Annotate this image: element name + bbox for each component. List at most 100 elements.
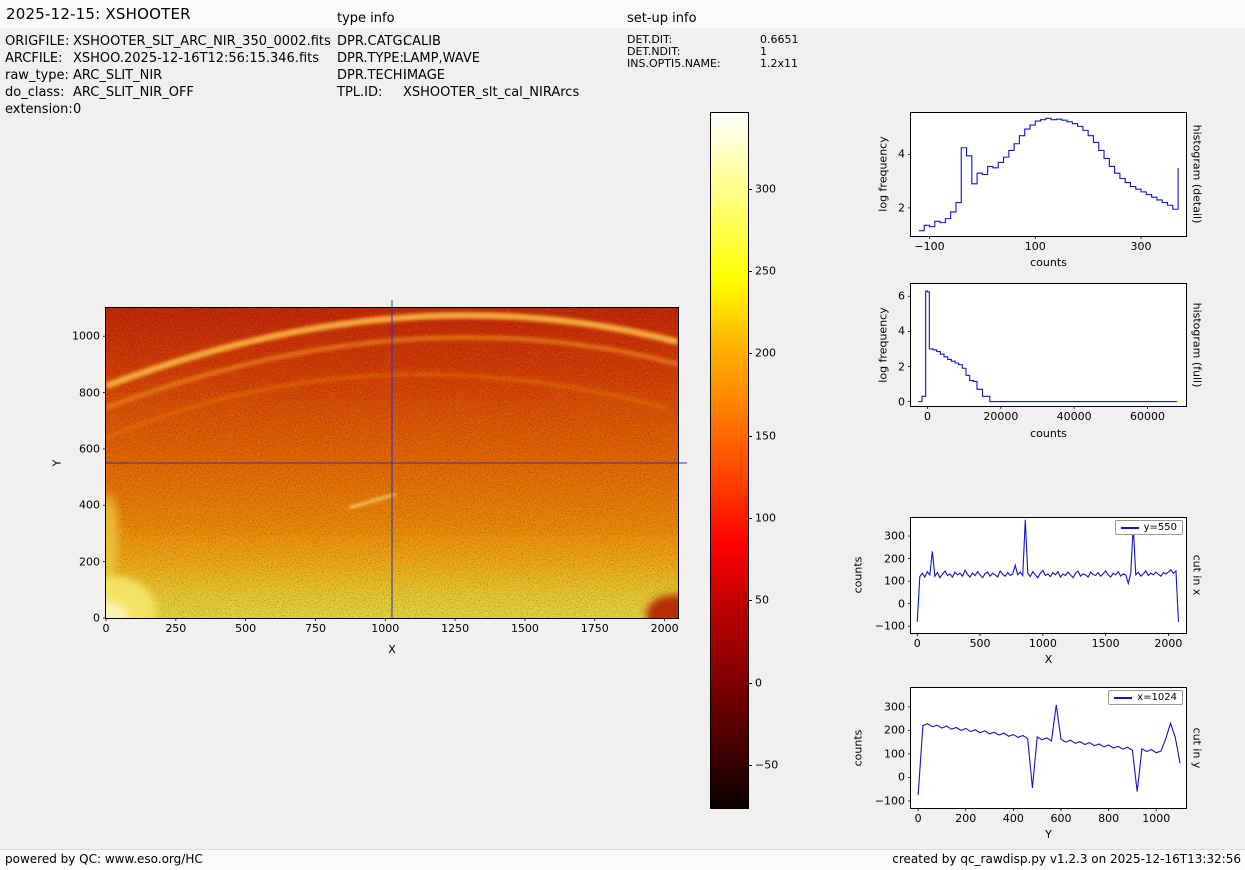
x-tick-label: 400 [1002, 812, 1024, 825]
y-tick-label: 4 [898, 147, 905, 161]
setup-info-title: set-up info [627, 11, 697, 26]
hist-detail-side-label: histogram (detail) [1190, 124, 1204, 224]
y-tick-label: 100 [884, 747, 905, 761]
file-info-label: do_class: [5, 85, 65, 100]
x-tick-label: −100 [914, 240, 945, 253]
x-tick-label: 2000 [1154, 637, 1183, 650]
x-tick-label: 100 [1024, 240, 1046, 253]
y-tick-label: 2 [898, 360, 905, 373]
y-tick-label: 4 [898, 324, 905, 338]
y-tick-label: 6 [898, 289, 905, 303]
file-info-row: extension:0 [5, 101, 331, 118]
x-tick-label: 1500 [1091, 637, 1120, 650]
cut-y-legend: x=1024 [1108, 690, 1183, 705]
hist-full-y-axis-label: log frequency [876, 307, 890, 383]
colorbar-tick-label: 200 [755, 346, 776, 360]
file-info-row: do_class: ARC_SLIT_NIR_OFF [5, 84, 331, 101]
x-tick-label: 800 [1098, 812, 1120, 825]
y-tick-label: 0 [898, 770, 905, 784]
type-info-row: DPR.TECH:IMAGE [337, 67, 579, 84]
y-tick-label: 2 [898, 201, 905, 215]
type-info-value: LAMP,WAVE [403, 51, 480, 66]
type-info-label: DPR.TECH: [337, 68, 407, 83]
x-tick-label: 500 [235, 622, 257, 635]
type-info-label: DPR.CATG: [337, 34, 407, 49]
file-info-value: 0 [73, 102, 82, 117]
cut-x-legend-label: y=550 [1143, 522, 1177, 533]
colorbar-tick-label: 50 [755, 593, 769, 607]
qc-report-page: { "header": { "title": "2025-12-15: XSHO… [0, 0, 1245, 870]
y-tick-label: 200 [884, 552, 905, 566]
main-plot-y-axis-label: Y [50, 459, 64, 467]
cut-y-side-label: cut in y [1190, 727, 1204, 769]
cut-x-legend: y=550 [1114, 520, 1183, 535]
colorbar-tick-label: 100 [755, 511, 776, 525]
x-tick-label: 0 [102, 622, 110, 635]
histogram-full-plot: 0 20000 40000 60000 0 2 4 6 [898, 283, 1187, 423]
type-info-row: TPL.ID: XSHOOTER_slt_cal_NIRArcs [337, 84, 579, 101]
hist-full-x-axis-label: counts [1030, 427, 1067, 440]
type-info-label: TPL.ID: [337, 85, 383, 100]
x-tick-label: 250 [165, 622, 187, 635]
file-info-value: ARC_SLIT_NIR_OFF [73, 85, 194, 100]
setup-info-row: INS.OPTI5.NAME: 1.2x11 [627, 58, 799, 70]
cut-in-x-plot: y=550 0 500 1000 1500 2000 −100 0 100 200 300 [875, 517, 1187, 650]
y-tick-label: 100 [884, 574, 905, 588]
colorbar-gradient [711, 113, 748, 808]
y-tick-label: 0 [898, 597, 905, 611]
x-tick-label: 1000 [371, 622, 400, 635]
cut-in-y-plot: x=1024 0 200 400 600 800 1000 −100 0 100 200 300 [875, 687, 1187, 825]
colorbar-tick [748, 435, 752, 437]
file-info-value: XSHOOTER_SLT_ARC_NIR_350_0002.fits [73, 34, 331, 49]
setup-info-value: 1.2x11 [760, 57, 799, 70]
type-info-row: DPR.CATG:CALIB [337, 33, 579, 50]
footer-created-by: created by qc_rawdisp.py v1.2.3 on 2025-… [892, 852, 1241, 866]
detector-image-axes [103, 300, 687, 621]
setup-info-block: DET.DIT: 0.6651 DET.NDIT: 1 INS.OPTI5.NAME… [627, 34, 799, 70]
y-tick-label: 300 [884, 700, 905, 714]
colorbar-tick-label: 150 [755, 429, 776, 443]
cut-x-y-axis-label: counts [851, 556, 865, 594]
y-tick-label: 400 [79, 498, 100, 512]
x-tick-label: 0 [924, 410, 931, 423]
y-tick-label: 0 [93, 611, 100, 625]
y-tick-label: 800 [79, 386, 100, 400]
colorbar-tick-label: 0 [755, 676, 762, 690]
detector-image-plot: 0 250 500 750 1000 1250 1500 1750 2000 0 200 400 600… [72, 300, 687, 635]
type-info-label: DPR.TYPE: [337, 51, 404, 66]
x-tick-label: 500 [969, 637, 991, 650]
cut-y-x-axis-label: Y [1045, 828, 1052, 841]
colorbar-tick [748, 353, 752, 355]
colorbar-tick [748, 765, 752, 767]
x-tick-label: 1000 [1142, 812, 1171, 825]
cut-y-legend-label: x=1024 [1137, 692, 1177, 703]
colorbar-tick-label: 300 [755, 182, 776, 196]
legend-line-sample [1120, 526, 1139, 529]
x-tick-label: 1000 [1028, 637, 1057, 650]
main-plot-x-axis-label: X [388, 643, 396, 656]
file-info-block: ORIGFILE: XSHOOTER_SLT_ARC_NIR_350_0002.f… [5, 33, 331, 118]
x-tick-label: 750 [304, 622, 326, 635]
file-info-row: raw_type: ARC_SLIT_NIR [5, 67, 331, 84]
colorbar-tick-label: −50 [755, 758, 779, 772]
y-tick-label: 300 [884, 529, 905, 543]
file-info-row: ARCFILE: XSHOO.2025-12-16T12:56:15.346.fi… [5, 50, 331, 67]
y-tick-label: −100 [874, 794, 905, 808]
x-tick-label: 600 [1050, 812, 1072, 825]
x-tick-label: 1500 [510, 622, 539, 635]
x-tick-label: 0 [913, 637, 921, 650]
type-info-value: IMAGE [403, 68, 446, 83]
y-tick-label: 0 [898, 395, 905, 409]
x-tick-label: 60000 [1130, 410, 1165, 423]
cut-y-y-axis-label: counts [851, 729, 865, 767]
file-info-label: extension: [5, 102, 73, 117]
hist-full-side-label: histogram (full) [1190, 302, 1204, 388]
x-tick-label: 20000 [983, 410, 1019, 423]
cut-x-axes [908, 519, 1180, 636]
y-tick-label: 1000 [72, 329, 100, 343]
hist-detail-x-axis-label: counts [1030, 256, 1067, 269]
footer: powered by QC: www.eso.org/HC created by… [0, 849, 1245, 870]
x-tick-label: 200 [955, 812, 977, 825]
file-info-label: raw_type: [5, 68, 69, 83]
hist-full-axes [908, 290, 1177, 409]
